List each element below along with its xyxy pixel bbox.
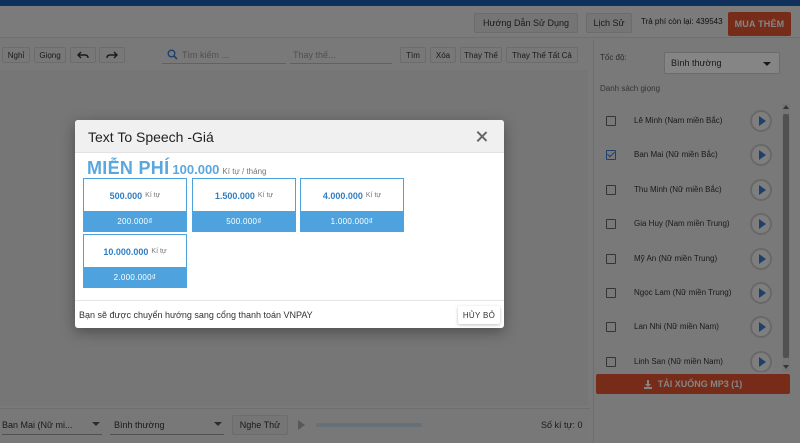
free-tier: MIỄN PHÍ 100.000 Kí tự / tháng — [87, 158, 266, 179]
close-icon[interactable] — [476, 131, 487, 142]
package-price: 500.000₫ — [193, 211, 295, 231]
package-card[interactable]: 500.000 Kí tự 200.000₫ — [83, 178, 187, 232]
dialog-title: Text To Speech -Giá — [88, 129, 214, 145]
free-label: MIỄN PHÍ — [87, 158, 170, 178]
package-unit: Kí tự — [257, 192, 274, 199]
package-chars: 1.500.000 — [214, 190, 255, 201]
dialog-header: Text To Speech -Giá — [75, 120, 504, 153]
package-unit: Kí tự — [151, 248, 167, 255]
package-unit: Kí tự — [365, 192, 382, 199]
free-amount: 100.000 — [172, 162, 220, 177]
package-card[interactable]: 10.000.000 Kí tự 2.000.000₫ — [83, 234, 187, 288]
free-unit: Kí tự / tháng — [222, 167, 267, 176]
package-card[interactable]: 1.500.000 Kí tự 500.000₫ — [192, 178, 296, 232]
package-unit: Kí tự — [145, 192, 161, 199]
package-card[interactable]: 4.000.000 Kí tự 1.000.000₫ — [300, 178, 404, 232]
package-price: 200.000₫ — [84, 211, 186, 231]
package-price: 2.000.000₫ — [84, 267, 186, 287]
package-chars: 10.000.000 — [103, 246, 149, 257]
pricing-dialog: Text To Speech -Giá MIỄN PHÍ 100.000 Kí … — [75, 120, 504, 328]
redirect-notice: Bạn sẽ được chuyển hướng sang cổng thanh… — [79, 310, 313, 320]
cancel-button[interactable]: HỦY BỎ — [458, 306, 500, 324]
package-price: 1.000.000₫ — [301, 211, 403, 231]
package-chars: 500.000 — [109, 190, 143, 201]
dialog-footer: Bạn sẽ được chuyển hướng sang cổng thanh… — [75, 300, 504, 328]
package-chars: 4.000.000 — [322, 190, 363, 201]
